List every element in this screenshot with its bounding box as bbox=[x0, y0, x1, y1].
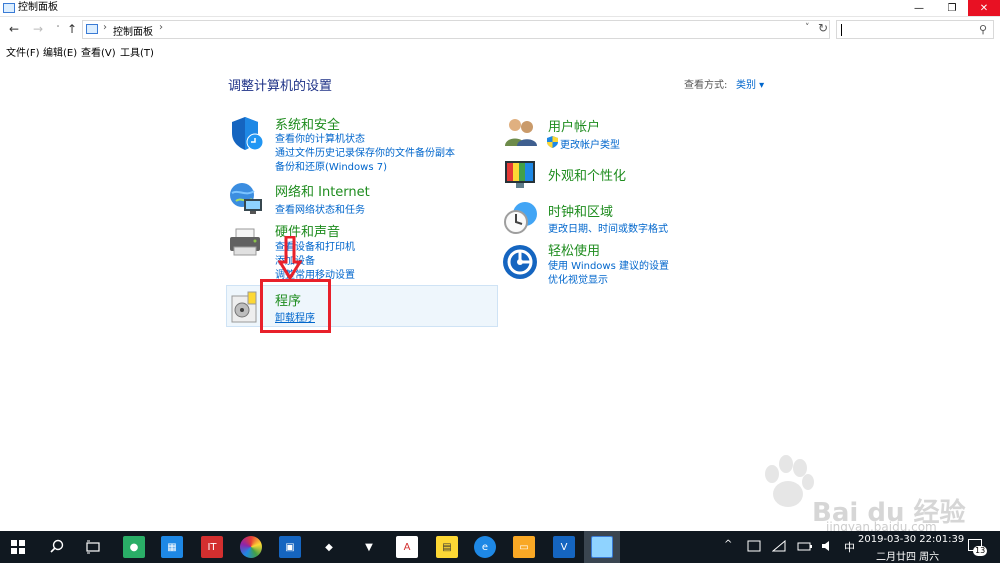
search-input[interactable]: ⚲ bbox=[836, 20, 994, 39]
category-clock-region[interactable]: 时钟和区域 bbox=[548, 201, 613, 220]
refresh-icon[interactable]: ↻ bbox=[818, 21, 828, 35]
control-panel-icon bbox=[3, 3, 15, 13]
edge-browser-icon[interactable]: e bbox=[474, 536, 496, 558]
notification-count-badge: 13 bbox=[973, 546, 988, 556]
category-network-internet[interactable]: 网络和 Internet bbox=[275, 181, 370, 200]
menu-view[interactable]: 查看(V) bbox=[81, 44, 116, 59]
address-row: ← → ˅ ↑ › 控制面板 › ˅ ↻ ⚲ bbox=[0, 17, 1000, 41]
breadcrumb-control-panel[interactable]: 控制面板 bbox=[113, 23, 153, 38]
file-explorer-icon[interactable]: ▭ bbox=[513, 536, 535, 558]
volume-icon[interactable] bbox=[821, 540, 835, 552]
app-vc-icon[interactable]: V bbox=[553, 536, 575, 558]
clock-globe-icon bbox=[504, 202, 537, 234]
user-accounts-icon bbox=[505, 119, 537, 146]
app-it-icon[interactable]: IT bbox=[201, 536, 223, 558]
app-color-wheel-icon[interactable] bbox=[240, 536, 262, 558]
taskbar: ● ▦ IT ▣ ◆ ▼ A ▤ e ▭ V ^ 中 2019-03-30 22… bbox=[0, 531, 1000, 563]
baidu-paw-watermark-icon bbox=[765, 455, 814, 507]
breadcrumb-separator[interactable]: › bbox=[103, 22, 107, 33]
app-blue-grid-icon[interactable]: ▦ bbox=[161, 536, 183, 558]
battery-icon[interactable] bbox=[797, 540, 813, 552]
close-button[interactable]: ✕ bbox=[968, 0, 1000, 16]
clock-time[interactable]: 2019-03-30 22:01:39 bbox=[858, 534, 964, 545]
address-bar[interactable]: › 控制面板 › ˅ ↻ bbox=[82, 20, 830, 39]
app-yellow-icon[interactable]: ▤ bbox=[436, 536, 458, 558]
view-by-label: 查看方式: bbox=[684, 80, 728, 91]
control-panel-icon bbox=[86, 24, 98, 34]
app-red-logo-icon[interactable]: A bbox=[396, 536, 418, 558]
clock-date[interactable]: 二月廿四 周六 bbox=[876, 548, 939, 563]
category-appearance-personalization[interactable]: 外观和个性化 bbox=[548, 165, 626, 184]
link-optimize-visual-display[interactable]: 优化视觉显示 bbox=[548, 271, 608, 286]
link-windows-recommended-settings[interactable]: 使用 Windows 建议的设置 bbox=[548, 257, 669, 272]
ime-indicator[interactable]: 中 bbox=[844, 539, 855, 555]
red-highlight-box bbox=[260, 279, 331, 333]
menu-tools[interactable]: 工具(T) bbox=[120, 44, 154, 59]
back-button[interactable]: ← bbox=[6, 20, 22, 38]
window-title: 控制面板 bbox=[18, 2, 58, 13]
ease-of-access-icon bbox=[503, 245, 537, 279]
network-globe-icon bbox=[230, 183, 262, 214]
link-view-computer-status[interactable]: 查看你的计算机状态 bbox=[275, 130, 365, 145]
category-user-accounts[interactable]: 用户帐户 bbox=[548, 116, 600, 135]
up-button[interactable]: ↑ bbox=[64, 20, 80, 38]
view-by-dropdown[interactable]: 类别 ▾ bbox=[736, 76, 764, 91]
wifi-icon[interactable] bbox=[772, 540, 786, 552]
tray-overflow-chevron[interactable]: ^ bbox=[724, 539, 732, 550]
menu-bar: 文件(F) 编辑(E) 查看(V) 工具(T) bbox=[0, 41, 1000, 59]
shield-icon bbox=[232, 117, 264, 151]
link-change-account-type[interactable]: 更改帐户类型 bbox=[560, 136, 620, 151]
menu-file[interactable]: 文件(F) bbox=[6, 44, 40, 59]
tray-app-icon[interactable] bbox=[747, 540, 761, 552]
title-bar: 控制面板 — ❐ ✕ bbox=[0, 0, 1000, 17]
printer-icon bbox=[230, 228, 260, 256]
control-panel-window: 控制面板 — ❐ ✕ ← → ˅ ↑ › 控制面板 › ˅ ↻ ⚲ 文件(F) … bbox=[0, 0, 1000, 563]
minimize-button[interactable]: — bbox=[903, 0, 935, 16]
content-area: 调整计算机的设置 查看方式: 类别 ▾ 系统和安全 查看你的计算机状态 通过文件… bbox=[0, 59, 1000, 531]
address-dropdown-icon[interactable]: ˅ bbox=[805, 23, 810, 33]
link-network-status[interactable]: 查看网络状态和任务 bbox=[275, 201, 365, 216]
text-cursor bbox=[841, 24, 842, 36]
appearance-personalization-icon bbox=[505, 161, 535, 188]
control-panel-taskbar-icon[interactable] bbox=[591, 536, 613, 558]
programs-icon bbox=[231, 291, 257, 323]
app-fox-icon[interactable]: ▼ bbox=[358, 536, 380, 558]
menu-edit[interactable]: 编辑(E) bbox=[43, 44, 77, 59]
qq-penguin-icon[interactable]: ◆ bbox=[318, 536, 340, 558]
start-windows-icon[interactable] bbox=[11, 540, 25, 554]
breadcrumb-separator[interactable]: › bbox=[159, 22, 163, 33]
forward-button[interactable]: → bbox=[30, 20, 46, 38]
search-icon[interactable] bbox=[50, 539, 64, 553]
page-title: 调整计算机的设置 bbox=[228, 79, 333, 94]
link-change-date-time-format[interactable]: 更改日期、时间或数字格式 bbox=[548, 220, 668, 235]
red-arrow-annotation bbox=[278, 236, 302, 280]
search-icon[interactable]: ⚲ bbox=[979, 23, 987, 36]
task-view-icon[interactable] bbox=[86, 540, 100, 554]
wechat-icon[interactable]: ● bbox=[123, 536, 145, 558]
uac-shield-icon bbox=[547, 136, 558, 148]
link-backup-restore[interactable]: 备份和还原(Windows 7) bbox=[275, 158, 387, 173]
link-file-history-backup[interactable]: 通过文件历史记录保存你的文件备份副本 bbox=[275, 144, 455, 159]
maximize-button[interactable]: ❐ bbox=[936, 0, 968, 16]
app-blue-icon[interactable]: ▣ bbox=[279, 536, 301, 558]
